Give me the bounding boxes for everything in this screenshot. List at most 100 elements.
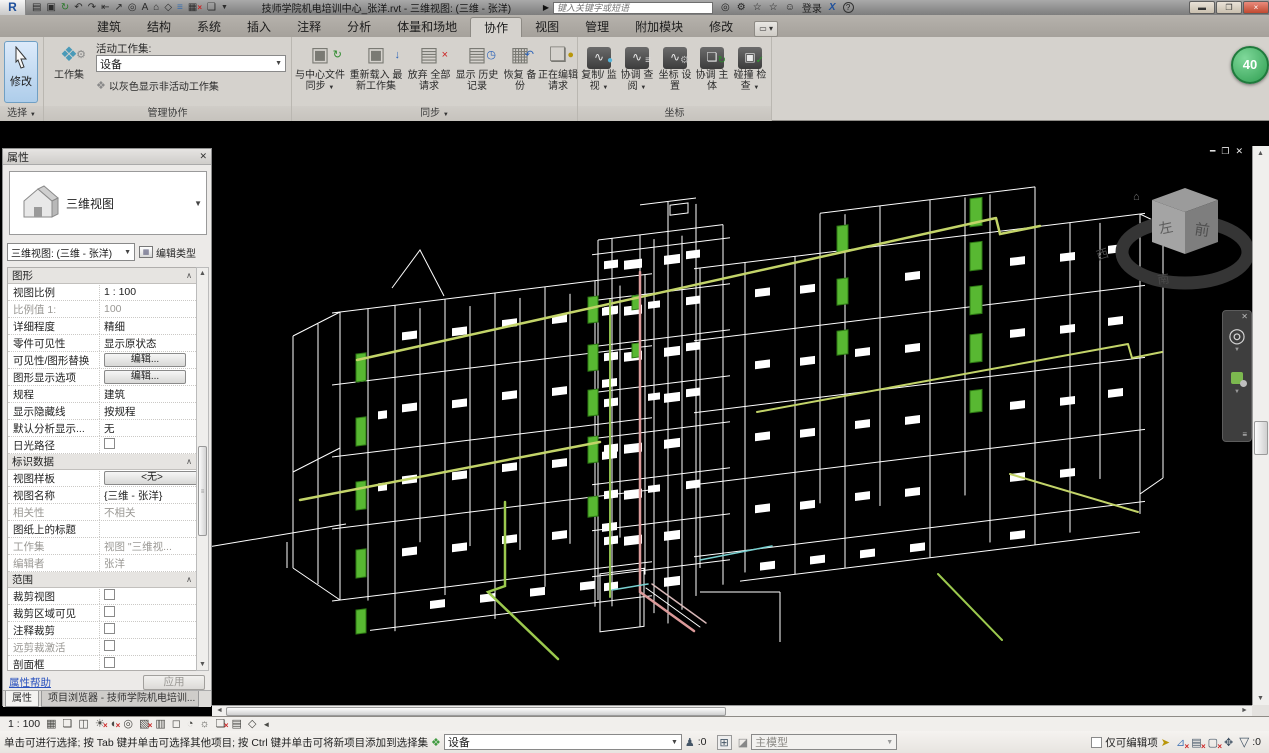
tab-project-browser[interactable]: 项目浏览器 - 技师学院机电培训... — [41, 691, 199, 707]
section-identity-data[interactable]: 标识数据∧ — [8, 454, 196, 470]
editing-requests-button[interactable]: ❏● 正在编辑 请求 — [538, 40, 578, 104]
vcb-expand-icon[interactable]: ◄ — [262, 718, 270, 731]
view-minimize-icon[interactable]: ━ — [1210, 146, 1221, 156]
redo-icon[interactable]: ↷ — [88, 2, 96, 13]
close-hidden-icon[interactable]: ▦× — [188, 2, 202, 13]
select-pinned-icon[interactable]: ▢× — [1208, 736, 1218, 749]
select-underlay-icon[interactable]: ▤× — [1191, 736, 1201, 749]
text-icon[interactable]: A — [142, 2, 149, 13]
tag-icon[interactable]: ◎ — [128, 2, 137, 13]
press-drag-icon[interactable]: ➤ — [1161, 736, 1170, 749]
steering-wheel-icon[interactable]: ◎ — [1223, 325, 1251, 347]
relinquish-button[interactable]: ▤× 放弃 全部请求 — [406, 40, 452, 104]
default-3d-icon[interactable]: ⌂ — [153, 2, 159, 13]
save-icon[interactable]: ▣ — [46, 2, 55, 13]
coordination-settings-button[interactable]: ∿⚙ 坐标 设置 — [656, 40, 694, 104]
edit-type-button[interactable]: ▦ 编辑类型 — [139, 245, 196, 260]
editable-only-toggle[interactable]: 仅可编辑项 — [1091, 735, 1158, 750]
sync-with-central-button[interactable]: ▣↻ 与中心文件 同步 ▼ — [294, 40, 346, 104]
wheel-flyout-icon[interactable]: ▼ — [1223, 347, 1251, 353]
restore-backup-button[interactable]: ▦↶ 恢复 备份 — [502, 40, 538, 104]
title-flyout-icon[interactable]: ▶ — [539, 3, 553, 12]
select-links-icon[interactable]: ⊿× — [1176, 736, 1185, 749]
type-selector[interactable]: 三维视图 ▼ — [9, 171, 207, 235]
coordination-host-button[interactable]: ❏↻ 协调 主体 — [694, 40, 730, 104]
help-icon[interactable]: ? — [843, 2, 854, 13]
temporary-view-properties-icon[interactable]: ▤ — [232, 718, 242, 731]
edit-visibility-button[interactable]: 编辑... — [104, 353, 186, 367]
zoom-tool-icon[interactable] — [1223, 371, 1251, 389]
tab-manage[interactable]: 管理 — [572, 17, 622, 37]
show-history-button[interactable]: ▤◷ 显示 历史记录 — [454, 40, 500, 104]
copy-monitor-button[interactable]: ∿● 复制/ 监视 ▼ — [580, 40, 618, 104]
palette-scroll-up-icon[interactable]: ▲ — [197, 266, 208, 281]
scale-button[interactable]: 1 : 100 — [8, 718, 40, 730]
vertical-scrollbar[interactable]: ▲ ▼ — [1252, 146, 1269, 706]
horizontal-scrollbar[interactable]: ◄ ► — [212, 705, 1252, 716]
design-option-combo[interactable]: 主模型▼ — [751, 734, 897, 750]
exchange-icon[interactable]: X — [829, 2, 836, 13]
tab-view[interactable]: 视图 — [522, 17, 572, 37]
palette-scrollbar[interactable]: ▲ ≡ ▼ — [196, 267, 209, 671]
sun-path-toggle-icon[interactable]: ☀× — [95, 718, 105, 731]
detail-level-icon[interactable]: ❏ — [63, 718, 73, 731]
zoom-flyout-icon[interactable]: ▼ — [1223, 389, 1251, 395]
vertical-scroll-thumb[interactable] — [1254, 421, 1268, 455]
navbar-menu-icon[interactable]: ≡ — [1242, 430, 1247, 439]
qat-customize-icon[interactable]: ▼ — [221, 4, 228, 11]
measure-icon[interactable]: ⇤ — [101, 2, 109, 13]
scroll-down-icon[interactable]: ▼ — [1253, 691, 1268, 706]
search-go-icon[interactable]: ◎ — [721, 2, 730, 13]
ribbon-display-toggle[interactable]: ▭ ▾ — [754, 21, 778, 37]
section-extents[interactable]: 范围∧ — [8, 572, 196, 588]
search-input[interactable] — [553, 2, 713, 14]
undo-icon[interactable]: ↶ — [74, 2, 82, 13]
communication-icon[interactable]: ☆ — [753, 2, 762, 13]
add-to-set-icon[interactable]: ◪ — [738, 736, 748, 749]
section-icon[interactable]: ◇ — [164, 2, 172, 13]
open-icon[interactable]: ▤ — [32, 2, 41, 13]
crop-view-icon[interactable]: ▧× — [139, 718, 149, 731]
render-dialog-icon[interactable]: ◎ — [123, 718, 133, 731]
shadows-toggle-icon[interactable]: ◐× — [111, 718, 118, 731]
coordination-review-button[interactable]: ∿≡ 协调 查阅 ▼ — [618, 40, 656, 104]
favorites-icon[interactable]: ☆ — [769, 2, 778, 13]
panel-sync-label[interactable]: 同步 ▼ — [292, 106, 577, 121]
tab-properties[interactable]: 属性 — [5, 691, 39, 707]
gray-inactive-toggle[interactable]: ❖ 以灰色显示非活动工作集 — [96, 78, 219, 93]
app-menu-button[interactable]: R — [0, 0, 26, 15]
design-options-icon[interactable]: ⊞ — [717, 735, 732, 750]
tab-collaborate[interactable]: 协作 — [470, 17, 522, 37]
tab-architecture[interactable]: 建筑 — [84, 17, 134, 37]
tab-massing-site[interactable]: 体量和场地 — [384, 17, 470, 37]
far-clip-checkbox[interactable] — [104, 640, 115, 651]
palette-header[interactable]: 属性 ✕ — [3, 149, 211, 165]
view-template-button[interactable]: <无> — [104, 471, 196, 485]
crop-visible-checkbox[interactable] — [104, 606, 115, 617]
sun-path-checkbox[interactable] — [104, 438, 115, 449]
analysis-display-icon[interactable]: ◇ — [248, 718, 256, 731]
sync-icon[interactable]: ↻ — [61, 2, 69, 13]
tab-insert[interactable]: 插入 — [234, 17, 284, 37]
tab-annotate[interactable]: 注释 — [284, 17, 334, 37]
palette-scroll-down-icon[interactable]: ▼ — [197, 657, 208, 672]
section-box-checkbox[interactable] — [104, 657, 115, 668]
switch-windows-icon[interactable]: ❏ — [207, 2, 216, 13]
editable-only-checkbox[interactable] — [1091, 737, 1102, 748]
palette-scroll-thumb[interactable]: ≡ — [198, 446, 207, 536]
dimension-icon[interactable]: ↗ — [114, 2, 122, 13]
interference-check-button[interactable]: ▣✓ 碰撞 检查 ▼ — [730, 40, 770, 104]
lock-3d-view-icon[interactable]: ◻ — [172, 718, 181, 731]
tab-analyze[interactable]: 分析 — [334, 17, 384, 37]
reveal-hidden-icon[interactable]: ☼ — [200, 718, 210, 731]
subscription-icon[interactable]: ⚙ — [737, 2, 746, 13]
tab-systems[interactable]: 系统 — [184, 17, 234, 37]
active-workset-combo[interactable]: 设备▼ — [96, 55, 286, 72]
scale-list-icon[interactable]: ▦ — [46, 718, 56, 731]
thin-lines-icon[interactable]: ≡ — [177, 2, 183, 13]
active-workset-status-combo[interactable]: 设备▼ — [444, 734, 682, 750]
worksets-button[interactable]: ❖⚙ 工作集 — [48, 40, 90, 104]
visual-style-icon[interactable]: ◫ — [78, 718, 88, 731]
apply-button[interactable]: 应用 — [143, 675, 205, 690]
temporary-hide-icon[interactable]: ◔ — [187, 718, 194, 731]
